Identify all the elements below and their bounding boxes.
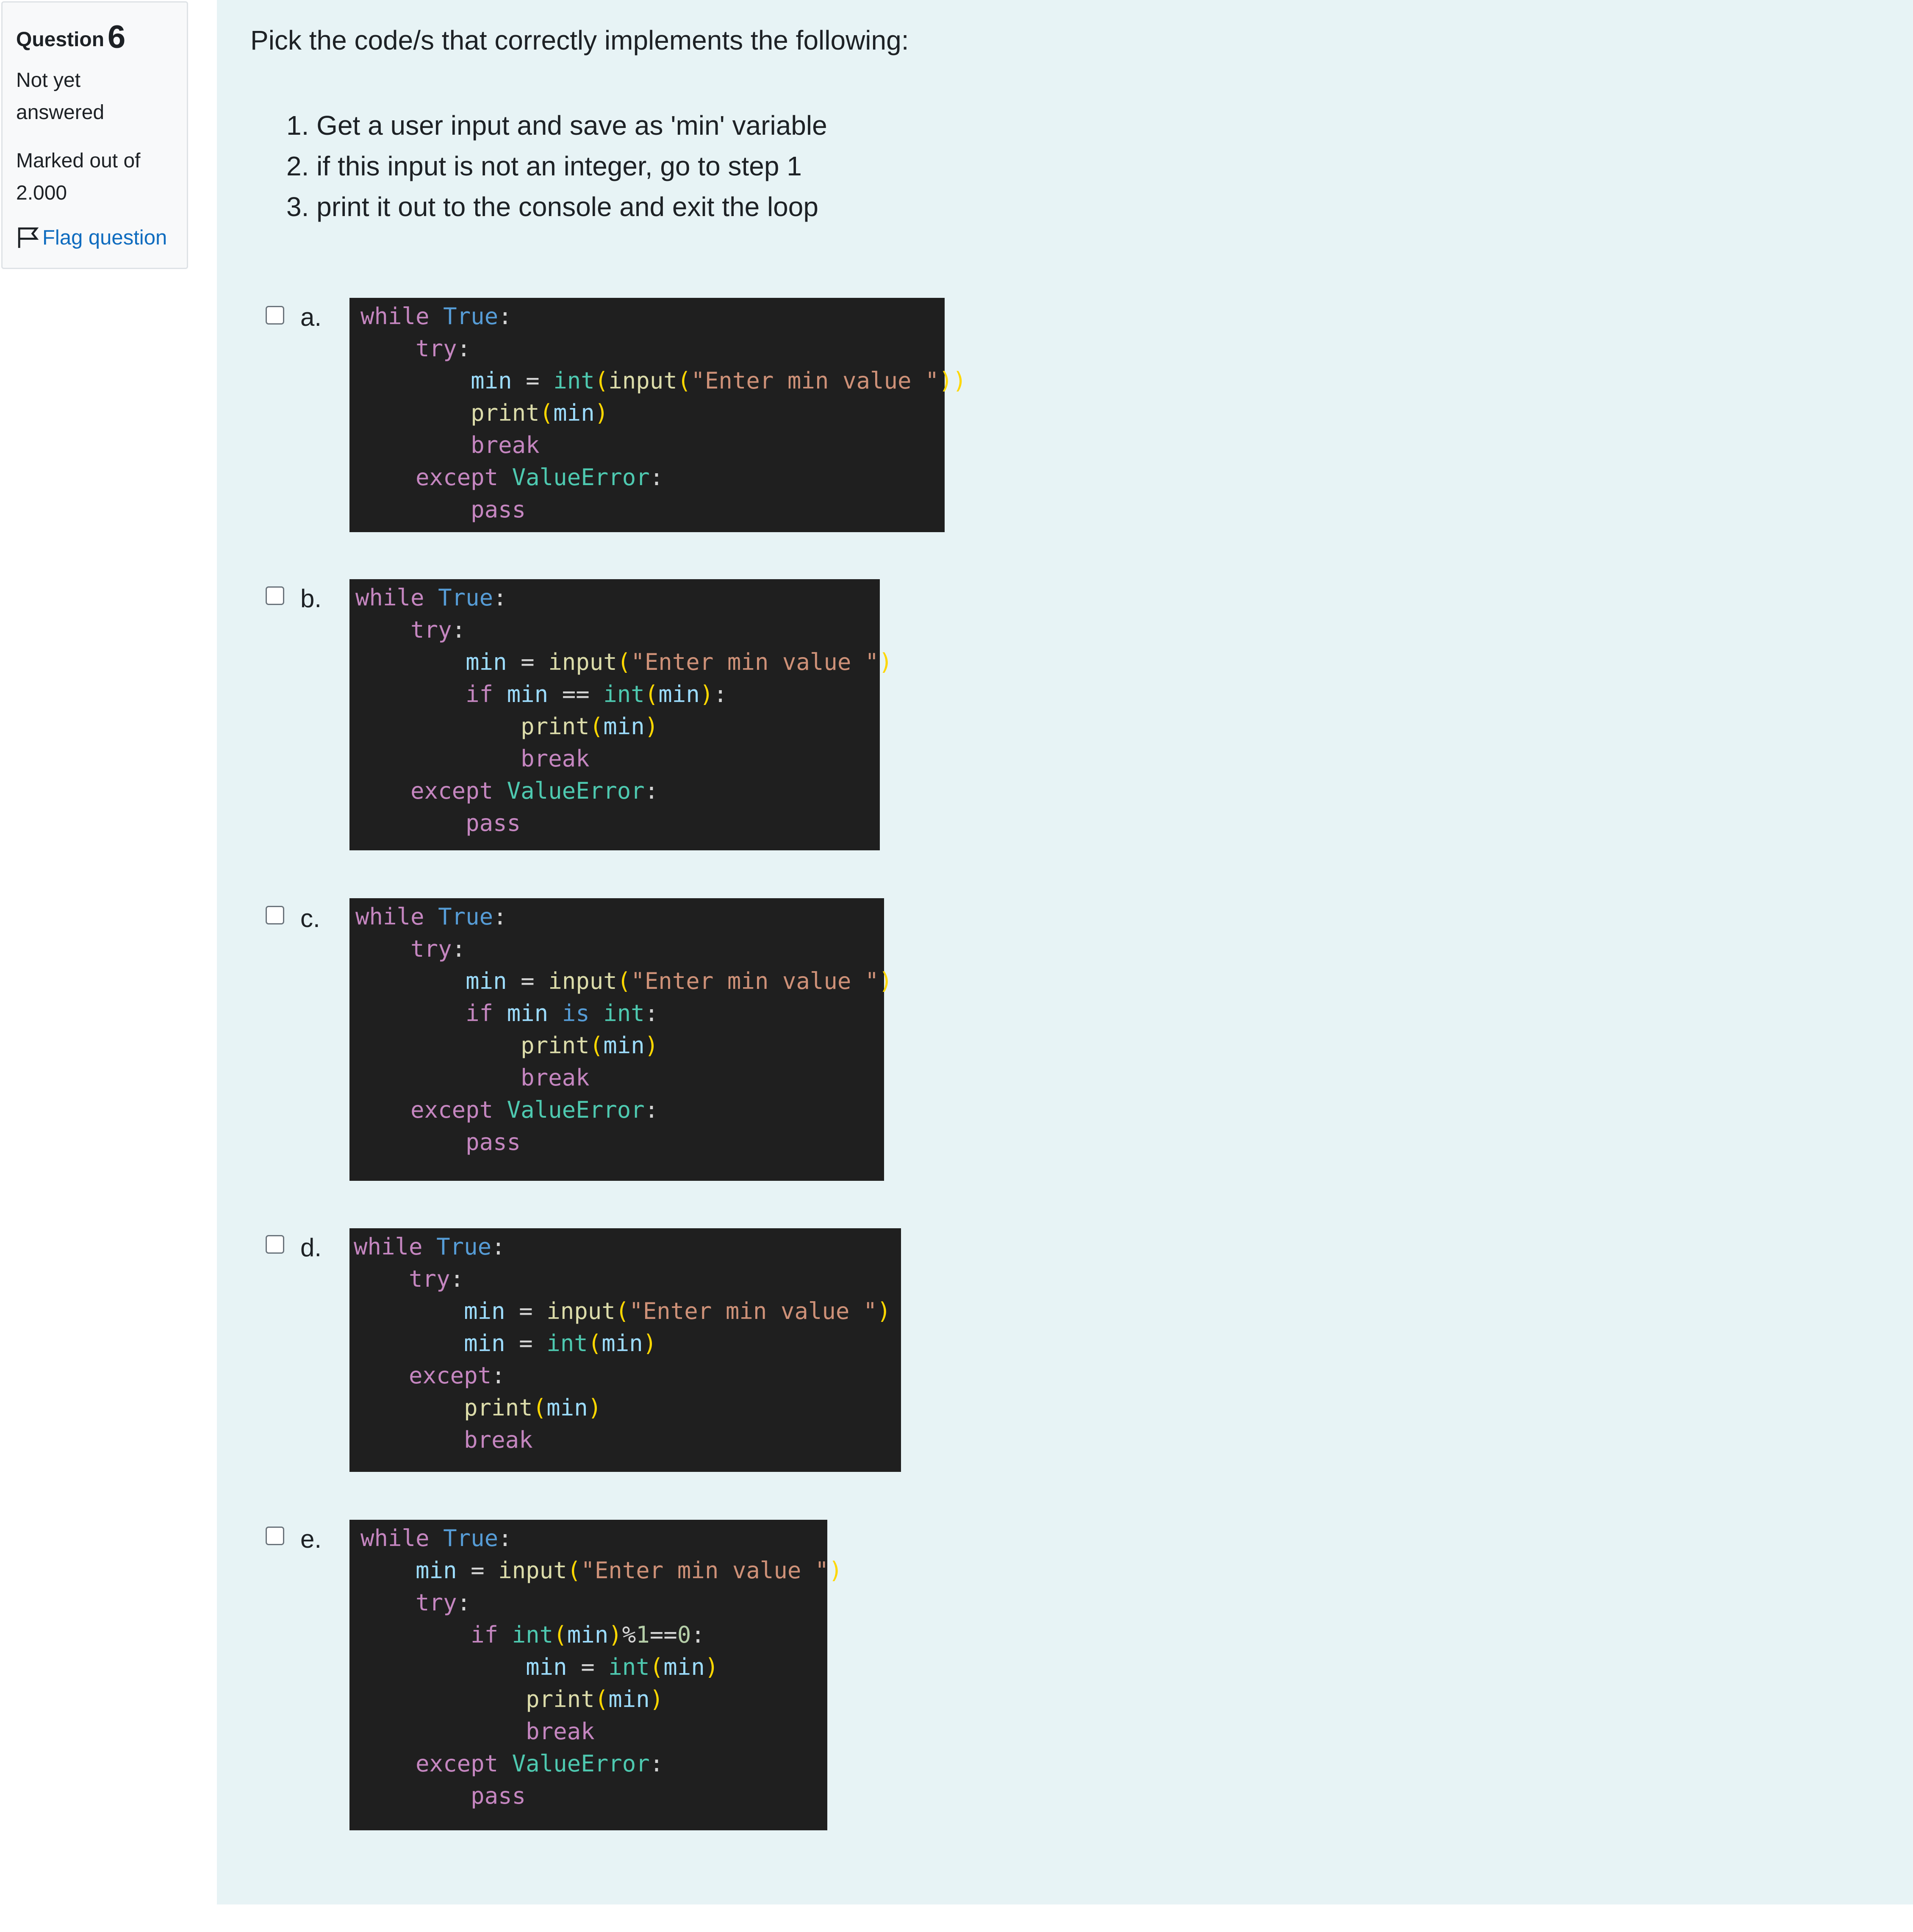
code-line: while True: [360,303,512,330]
question-content: Pick the code/s that correctly implement… [217,0,1913,1904]
option-d-checkbox[interactable] [266,1235,284,1254]
step-item: 3. print it out to the console and exit … [286,192,818,222]
step-item: 2. if this input is not an integer, go t… [286,151,802,181]
code-line: try: [409,1266,464,1292]
code-line: print(min) [464,1394,602,1421]
code-line: if min == int(min): [466,681,727,708]
question-steps: 1. Get a user input and save as 'min' va… [286,105,827,227]
code-line: min = int(min) [464,1330,657,1357]
option-a-checkbox[interactable] [266,306,284,325]
question-number: 6 [108,19,126,55]
option-c-code: while True: try: min = input("Enter min … [349,898,893,1181]
code-line: while True: [355,584,507,611]
code-line: except ValueError: [410,777,659,804]
option-e-code: while True: min = input("Enter min value… [349,1520,843,1830]
question-state: Not yet answered [16,69,105,124]
code-line: break [526,1718,595,1745]
code-line: while True: [360,1525,512,1552]
option-e-letter: e. [300,1525,322,1553]
code-line: print(min) [521,713,659,740]
code-line: try: [410,616,466,643]
code-line: break [464,1427,533,1453]
option-e-checkbox[interactable] [266,1527,284,1545]
code-line: print(min) [521,1032,659,1059]
code-line: except ValueError: [410,1096,659,1123]
code-line: print(min) [526,1686,664,1713]
code-line: print(min) [471,400,609,426]
code-line: while True: [354,1233,505,1260]
code-line: break [521,1064,590,1091]
code-line: min = int(input("Enter min value ")) [471,367,967,394]
option-c-letter: c. [300,904,320,933]
code-line: break [521,745,590,772]
code-line: try: [416,1589,471,1616]
code-line: min = input("Enter min value ") [466,968,893,994]
code-line: pass [471,496,526,523]
code-line: try: [410,935,466,962]
code-line: while True: [355,903,507,930]
code-line: try: [416,335,471,362]
flag-icon [18,227,39,248]
code-line: pass [466,810,521,836]
code-line: min = input("Enter min value ") [464,1298,891,1324]
code-line: if min is int: [466,1000,659,1027]
option-d-code: while True: try: min = input("Enter min … [349,1228,901,1472]
code-line: except ValueError: [416,1750,664,1777]
question-text: Pick the code/s that correctly implement… [250,25,909,56]
question-grade: Marked out of 2.000 [16,150,141,204]
option-b-letter: b. [300,584,322,613]
question-number-heading: Question 6 [16,19,125,56]
code-line: break [471,432,540,458]
code-line: min = input("Enter min value ") [416,1557,843,1584]
code-line: pass [471,1782,526,1809]
code-line: pass [466,1129,521,1155]
code-line: if int(min)%1==0: [471,1621,705,1648]
flag-question-label[interactable]: Flag question [42,226,167,250]
flag-question-link[interactable]: Flag question [16,225,167,250]
code-line: except: [409,1362,505,1389]
option-b-code: while True: try: min = input("Enter min … [349,579,893,850]
step-item: 1. Get a user input and save as 'min' va… [286,110,827,141]
option-b-checkbox[interactable] [266,586,284,605]
option-c-checkbox[interactable] [266,906,284,924]
question-word: Question [16,28,105,51]
question-info-panel: Question 6 Not yet answered Marked out of… [1,1,188,269]
option-a-letter: a. [300,303,322,331]
code-line: min = input("Enter min value ") [466,649,893,675]
code-line: except ValueError: [416,464,664,491]
code-line: min = int(min) [526,1654,719,1680]
option-a-code: while True: try: min = int(input("Enter … [349,298,967,532]
option-d-letter: d. [300,1233,322,1262]
